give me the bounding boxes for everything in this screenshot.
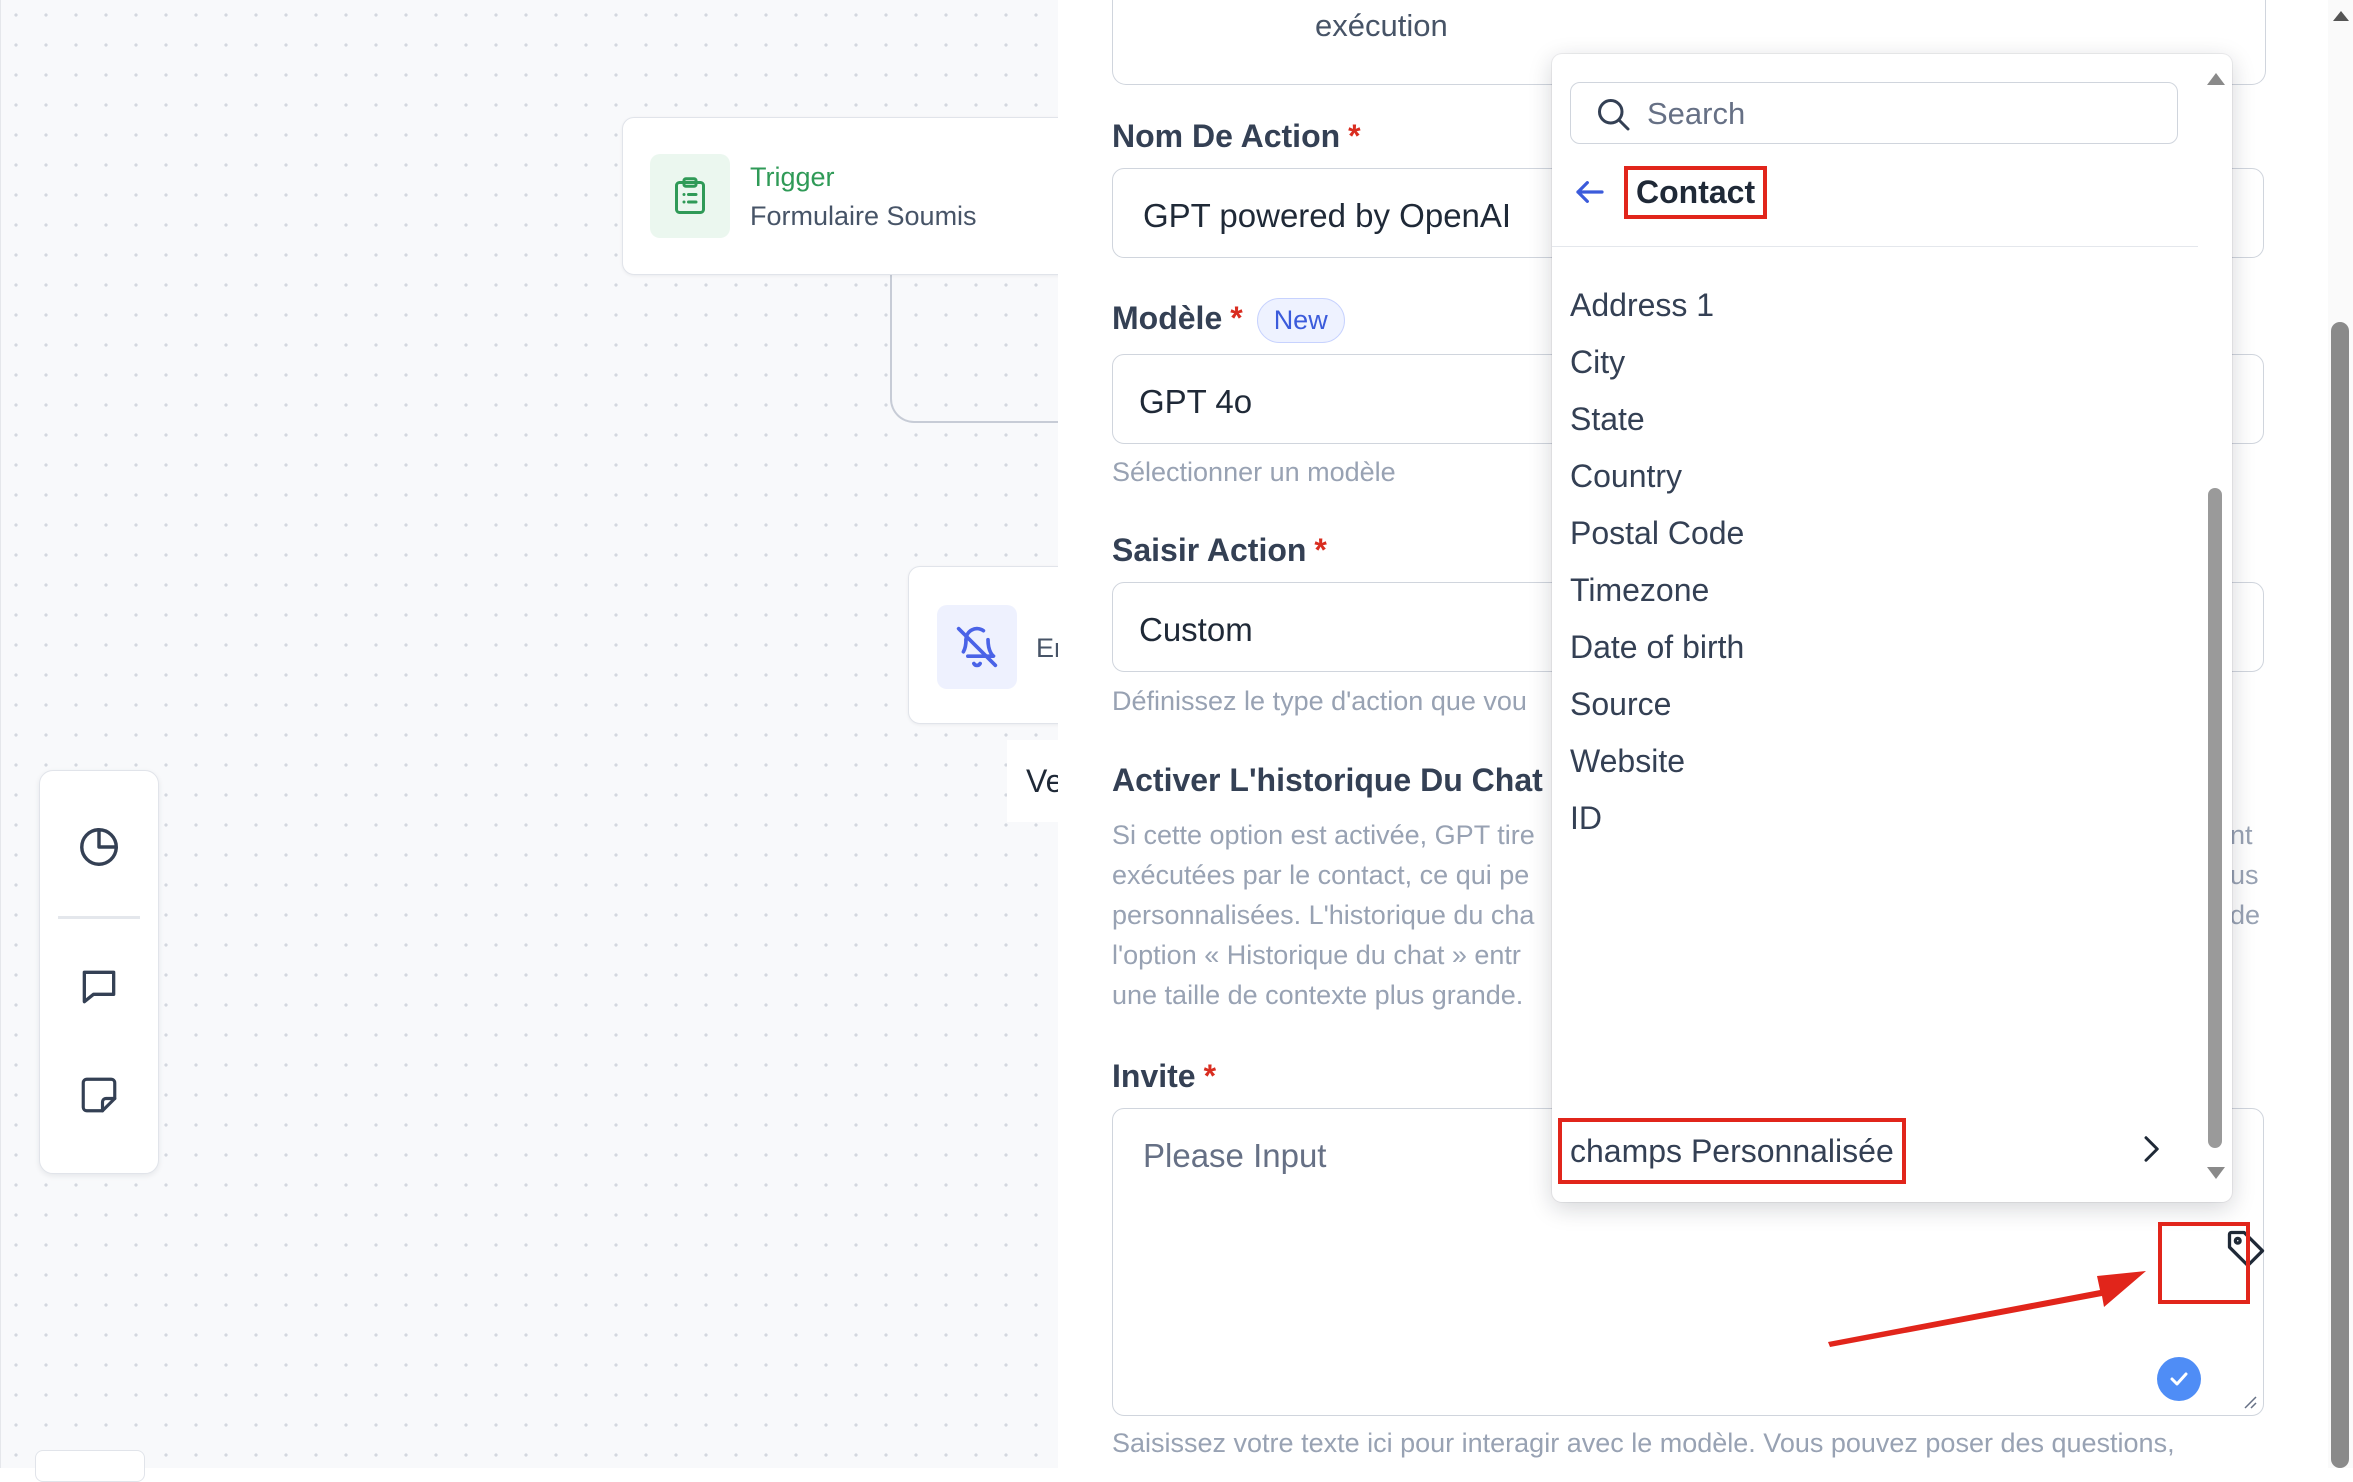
action-node[interactable]: Er bbox=[908, 566, 1080, 724]
dropdown-item-date-of-birth[interactable]: Date of birth bbox=[1570, 620, 2170, 674]
scroll-up-icon[interactable] bbox=[2332, 10, 2350, 22]
trigger-node[interactable]: Trigger Formulaire Soumis bbox=[622, 117, 1084, 275]
check-icon[interactable] bbox=[2157, 1357, 2201, 1401]
clipboard-icon bbox=[650, 154, 730, 238]
dropdown-divider bbox=[1552, 246, 2198, 247]
trigger-node-subtitle: Formulaire Soumis bbox=[750, 201, 977, 231]
action-type-label: Saisir Action * bbox=[1112, 532, 1327, 568]
canvas-toolbar bbox=[39, 770, 159, 1174]
dropdown-scrollbar-thumb[interactable] bbox=[2208, 488, 2222, 1148]
chat-history-description-right: nt us de bbox=[2230, 820, 2261, 930]
bell-off-icon bbox=[937, 605, 1017, 689]
model-value: GPT 4o bbox=[1139, 383, 1253, 420]
arrow-left-icon[interactable] bbox=[1570, 172, 1610, 212]
prompt-placeholder: Please Input bbox=[1143, 1137, 1327, 1174]
dropdown-search-input[interactable] bbox=[1645, 93, 2149, 135]
dropdown-item-state[interactable]: State bbox=[1570, 392, 2170, 446]
prompt-label: Invite * bbox=[1112, 1058, 1217, 1094]
dropdown-item-postal-code[interactable]: Postal Code bbox=[1570, 506, 2170, 560]
page-scrollbar-thumb[interactable] bbox=[2331, 322, 2349, 1468]
dropdown-item-address-1[interactable]: Address 1 bbox=[1570, 278, 2170, 332]
toolbar-divider bbox=[58, 916, 140, 919]
chevron-right-icon[interactable] bbox=[2140, 1134, 2162, 1164]
new-badge: New bbox=[1256, 298, 1345, 343]
dropdown-scroll-down-icon[interactable] bbox=[2206, 1166, 2226, 1180]
workflow-canvas[interactable]: Trigger Formulaire Soumis Er Ve bbox=[0, 0, 1092, 1482]
action-name-label: Nom De Action * bbox=[1112, 118, 1361, 154]
merge-field-dropdown: Contact Address 1 City State Country Pos… bbox=[1552, 54, 2232, 1202]
message-icon[interactable] bbox=[69, 957, 129, 1017]
trigger-node-title: Trigger bbox=[750, 162, 835, 192]
dropdown-item-id[interactable]: ID bbox=[1570, 791, 2170, 845]
sticky-note-icon[interactable] bbox=[69, 1065, 129, 1125]
dropdown-item-website[interactable]: Website bbox=[1570, 734, 2170, 788]
dropdown-item-country[interactable]: Country bbox=[1570, 449, 2170, 503]
resize-handle-icon[interactable] bbox=[2241, 1393, 2257, 1409]
model-help: Sélectionner un modèle bbox=[1112, 457, 1396, 487]
dropdown-header-contact: Contact bbox=[1624, 166, 1768, 219]
info-card-text: exécution bbox=[1315, 8, 1448, 43]
canvas-minimap-button[interactable] bbox=[35, 1450, 145, 1482]
model-label: Modèle * New bbox=[1112, 298, 1345, 343]
prompt-help: Saisissez votre texte ici pour interagir… bbox=[1112, 1428, 2175, 1458]
action-type-help: Définissez le type d'action que vou bbox=[1112, 686, 1527, 716]
action-type-value: Custom bbox=[1139, 611, 1253, 648]
dropdown-item-timezone[interactable]: Timezone bbox=[1570, 563, 2170, 617]
action-name-value: GPT powered by OpenAI bbox=[1143, 197, 1512, 234]
dropdown-item-custom-fields[interactable]: champs Personnalisée bbox=[1558, 1118, 1906, 1184]
dropdown-item-source[interactable]: Source bbox=[1570, 677, 2170, 731]
dropdown-search[interactable] bbox=[1570, 82, 2178, 144]
dropdown-scroll-up-icon[interactable] bbox=[2206, 72, 2226, 86]
search-icon bbox=[1598, 99, 1630, 131]
tag-button-highlight bbox=[2158, 1222, 2250, 1304]
pie-chart-icon[interactable] bbox=[69, 817, 129, 877]
chat-history-label: Activer L'historique Du Chat bbox=[1112, 762, 1543, 798]
dropdown-item-city[interactable]: City bbox=[1570, 335, 2170, 389]
